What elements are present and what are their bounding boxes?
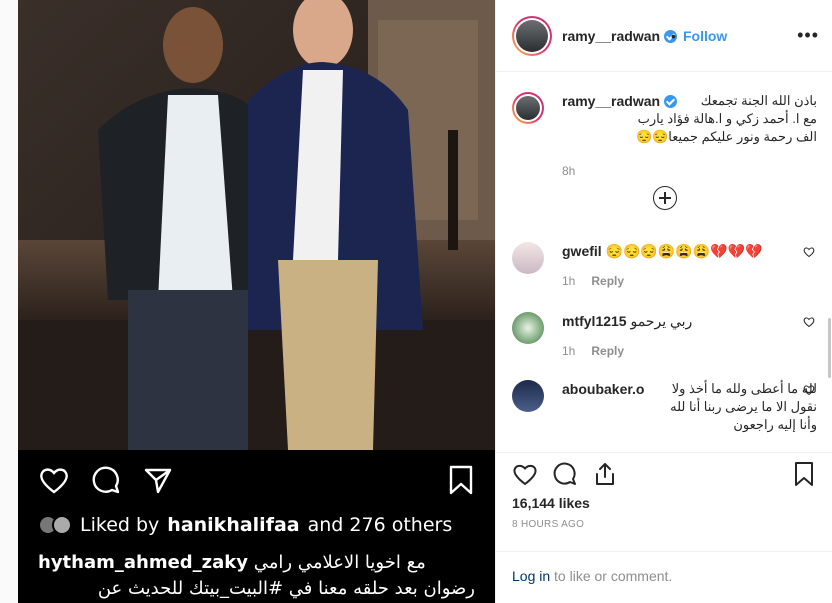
avatar — [52, 515, 72, 535]
separator-dot: • — [671, 28, 676, 44]
liked-by-prefix: Liked by — [80, 514, 160, 536]
likes-count[interactable]: 16,144 likes — [512, 495, 590, 511]
comment-icon[interactable] — [552, 461, 578, 487]
share-icon[interactable] — [592, 461, 618, 487]
share-icon — [144, 468, 172, 494]
avatar[interactable] — [512, 242, 544, 274]
verified-badge-icon — [664, 95, 678, 108]
post-sidebar: ramy__radwan • Follow ••• ramy__radwan ب… — [495, 0, 832, 603]
avatar[interactable] — [512, 16, 552, 56]
like-comment-icon[interactable] — [803, 246, 815, 258]
caption-username-text[interactable]: ramy__radwan — [562, 93, 660, 109]
embedded-action-icons — [38, 464, 174, 496]
caption-username[interactable]: ramy__radwan — [562, 93, 678, 109]
bookmark-icon — [449, 465, 473, 495]
comment-username[interactable]: aboubaker.o — [562, 381, 644, 397]
photo-two-men — [18, 0, 495, 450]
comment-time[interactable]: 1h — [562, 344, 575, 358]
login-prompt-text: to like or comment. — [550, 568, 673, 584]
comment-meta: 1h Reply — [562, 274, 624, 288]
follow-button[interactable]: Follow — [683, 28, 727, 44]
post-username-text[interactable]: ramy__radwan — [562, 28, 660, 44]
caption-line2: مع ا. أحمد زكي و ا.هالة فؤاد يارب — [637, 111, 817, 126]
like-comment-icon[interactable] — [803, 384, 815, 396]
post-timestamp[interactable]: 8 HOURS AGO — [512, 519, 584, 530]
comment-username[interactable]: mtfyl1215 — [562, 313, 627, 329]
comment-text: 😔😔😔😩😩😩💔💔💔 — [605, 243, 763, 259]
avatar[interactable] — [512, 92, 544, 124]
comment-username[interactable]: gwefil — [562, 243, 602, 259]
comment-time[interactable]: 1h — [562, 274, 575, 288]
liked-by-user: hanikhalifaa — [167, 514, 300, 536]
reply-button[interactable]: Reply — [591, 274, 624, 288]
liked-by-line: Liked by hanikhalifaa and 276 others — [38, 514, 452, 536]
more-options-icon[interactable]: ••• — [797, 25, 819, 46]
post-username[interactable]: ramy__radwan — [562, 28, 678, 44]
reply-button[interactable]: Reply — [591, 344, 624, 358]
embedded-caption-user: hytham_ahmed_zaky — [38, 552, 249, 573]
post-image[interactable]: Liked by hanikhalifaa and 276 others hyt… — [18, 0, 495, 603]
login-link[interactable]: Log in — [512, 568, 550, 584]
comments-scrollbar[interactable] — [828, 318, 831, 378]
comments-list: ramy__radwan باذن الله الجنة تجمعك مع ا.… — [496, 72, 832, 452]
comment-body: aboubaker.o لله ما أعطى ولله ما أخذ ولا … — [562, 380, 817, 434]
comment-icon — [92, 466, 120, 494]
heart-icon — [40, 468, 68, 494]
liked-by-suffix: and 276 others — [307, 514, 453, 536]
comment-body: gwefil 😔😔😔😩😩😩💔💔💔 — [562, 242, 817, 260]
comment-text: ربي يرحمو — [630, 313, 693, 329]
embedded-post-footer: Liked by hanikhalifaa and 276 others hyt… — [18, 450, 495, 603]
like-comment-icon[interactable] — [803, 316, 815, 328]
instagram-post-view: Liked by hanikhalifaa and 276 others hyt… — [0, 0, 832, 603]
post-header: ramy__radwan • Follow ••• — [496, 0, 832, 72]
caption-meta: 8h — [562, 164, 575, 178]
load-more-comments-button[interactable] — [653, 186, 677, 210]
caption-body: ramy__radwan باذن الله الجنة تجمعك مع ا.… — [562, 92, 817, 146]
caption-line3: الف رحمة ونور عليكم جميعا😔😔 — [635, 129, 817, 144]
avatar[interactable] — [512, 312, 544, 344]
like-icon[interactable] — [512, 461, 538, 487]
post-actions: 16,144 likes 8 HOURS AGO Log in to like … — [496, 452, 832, 603]
caption-time[interactable]: 8h — [562, 164, 575, 178]
login-prompt: Log in to like or comment. — [496, 551, 832, 603]
save-icon[interactable] — [791, 461, 817, 487]
embedded-caption-line1: مع اخويا الاعلامي رامي — [253, 552, 426, 573]
embedded-caption: hytham_ahmed_zaky مع اخويا الاعلامي رامي… — [38, 550, 475, 602]
embedded-caption-line2: رضوان بعد حلقه معنا في #البيت_بيتك للحدي… — [97, 578, 475, 599]
avatar[interactable] — [512, 380, 544, 412]
comment-meta: 1h Reply — [562, 344, 624, 358]
comment-body: mtfyl1215 ربي يرحمو — [562, 312, 817, 330]
